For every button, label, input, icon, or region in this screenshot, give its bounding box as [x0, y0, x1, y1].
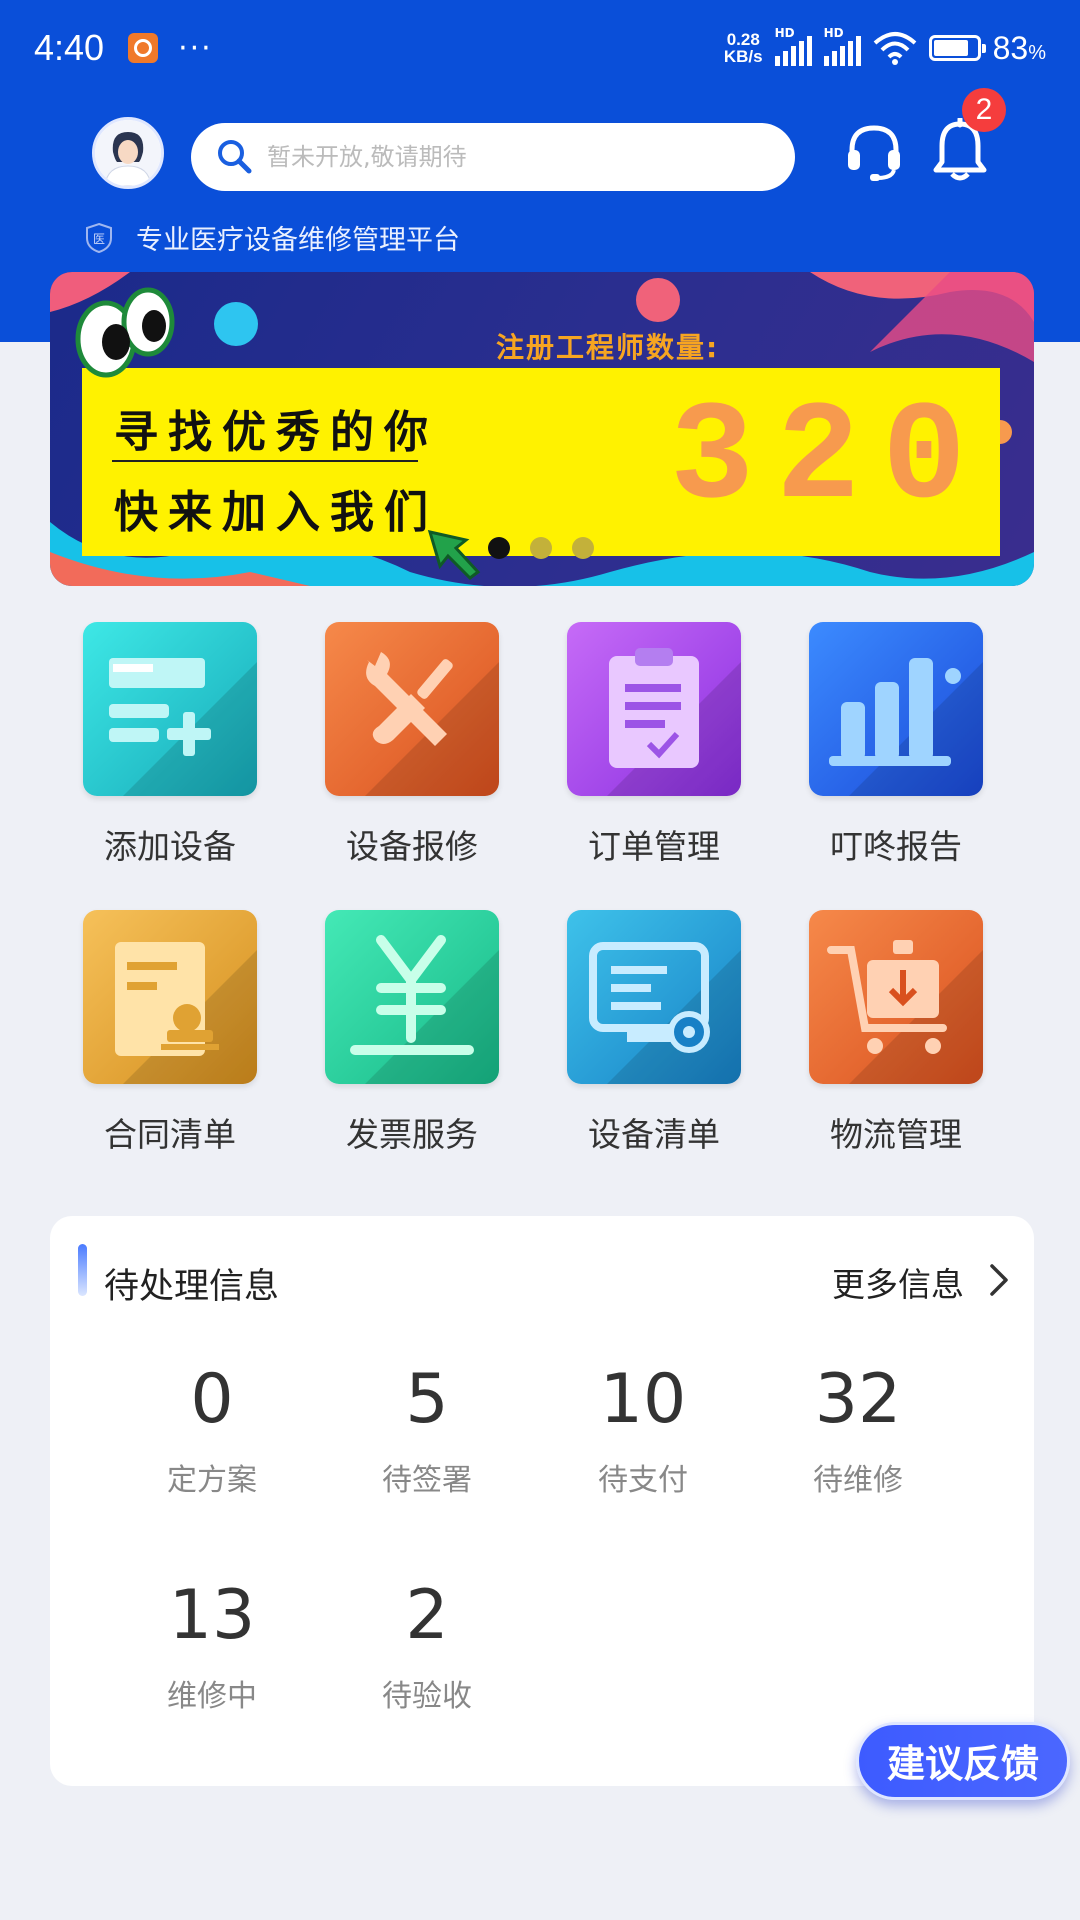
feature-label: 发票服务: [346, 1115, 478, 1154]
pending-stat-count: 13: [168, 1576, 256, 1655]
wifi-icon: [873, 32, 916, 65]
cart-icon[interactable]: [809, 910, 983, 1084]
repair-tools-icon[interactable]: [325, 622, 499, 796]
status-more-icon: ···: [178, 30, 213, 66]
pending-stat[interactable]: 32 待维修: [758, 1360, 958, 1499]
signal-icon-2: HD: [823, 26, 861, 66]
slogan-row: 医 专业医疗设备维修管理平台: [84, 218, 460, 257]
banner-headline-2: 快来加入我们: [114, 487, 438, 538]
pending-stat-label: 待验收: [382, 1679, 472, 1714]
network-speed-unit: KB/s: [723, 47, 763, 66]
feature-item-5[interactable]: 合同清单: [60, 910, 280, 1156]
pagination-dot[interactable]: [572, 537, 594, 559]
search-input[interactable]: [265, 142, 729, 172]
pending-stat-count: 0: [190, 1360, 234, 1439]
pending-info-title: 待处理信息: [104, 1267, 280, 1307]
feature-item-4[interactable]: 叮咚报告: [786, 622, 1006, 868]
pending-stat[interactable]: 2 待验收: [327, 1576, 527, 1715]
pagination-dot[interactable]: [488, 537, 510, 559]
feature-label: 叮咚报告: [830, 827, 962, 866]
feature-item-3[interactable]: 订单管理: [544, 622, 764, 868]
user-avatar[interactable]: [92, 117, 164, 189]
pending-info-card: 待处理信息 更多信息 0 定方案 5 待签署 10 待支付 32 待维修 13 维修中 2 待验收: [50, 1216, 1034, 1786]
feature-item-8[interactable]: 物流管理: [786, 910, 1006, 1156]
device-list-icon[interactable]: [567, 910, 741, 1084]
notification-badge: 2: [962, 88, 1006, 132]
chevron-right-icon[interactable]: [984, 1260, 1014, 1300]
pending-stat-count: 10: [599, 1360, 687, 1439]
bar-chart-icon[interactable]: [809, 622, 983, 796]
pending-stat-label: 待签署: [382, 1463, 472, 1498]
add-device-icon[interactable]: [83, 622, 257, 796]
banner-headline-1: 寻找优秀的你: [114, 407, 438, 458]
search-bar[interactable]: [191, 123, 795, 191]
search-icon: [218, 140, 252, 174]
clipboard-check-icon[interactable]: [567, 622, 741, 796]
status-time: 4:40: [34, 27, 105, 68]
medical-shield-icon: 医: [86, 222, 112, 253]
feature-label: 物流管理: [830, 1115, 962, 1154]
network-speed-value: 0.28: [726, 30, 760, 49]
platform-slogan: 专业医疗设备维修管理平台: [136, 225, 460, 256]
pending-stat-count: 5: [405, 1360, 449, 1439]
pending-stat-label: 待维修: [813, 1463, 903, 1498]
battery-percent: 83%: [992, 29, 1046, 66]
notification-app-icon: [128, 33, 159, 63]
pending-stat-label: 定方案: [167, 1463, 257, 1498]
signal-icon: HD: [774, 26, 812, 66]
pending-stat[interactable]: 5 待签署: [327, 1360, 527, 1499]
pending-stat[interactable]: 13 维修中: [112, 1576, 312, 1715]
feature-label: 设备报修: [346, 827, 478, 866]
battery-icon: [928, 35, 986, 61]
customer-service-icon[interactable]: [842, 120, 906, 184]
green-arrow-icon: [427, 529, 481, 580]
feature-label: 设备清单: [588, 1115, 720, 1154]
pending-stat[interactable]: 0 定方案: [112, 1360, 312, 1499]
feature-item-6[interactable]: 发票服务: [302, 910, 522, 1156]
pending-stat-label: 待支付: [598, 1463, 688, 1498]
feature-label: 合同清单: [104, 1115, 236, 1154]
feature-label: 订单管理: [588, 827, 720, 866]
more-info-link[interactable]: 更多信息: [832, 1258, 964, 1306]
banner-divider: [112, 460, 418, 462]
hd-label-2: HD: [823, 26, 844, 40]
pending-stat-count: 32: [814, 1360, 902, 1439]
shield-badge-text: 医: [93, 232, 105, 246]
hd-label: HD: [774, 26, 795, 40]
banner-pagination: [488, 537, 594, 559]
cartoon-eyes-icon: [75, 287, 175, 378]
pending-stat-count: 2: [405, 1576, 449, 1655]
network-speed: 0.28 KB/s: [724, 31, 763, 65]
feature-item-7[interactable]: 设备清单: [544, 910, 764, 1156]
feature-item-2[interactable]: 设备报修: [302, 622, 522, 868]
pagination-dot[interactable]: [530, 537, 552, 559]
pending-stat-label: 维修中: [167, 1679, 257, 1714]
feature-item-1[interactable]: 添加设备: [60, 622, 280, 868]
engineer-count: 320: [670, 380, 989, 539]
card-accent-bar: [78, 1244, 87, 1296]
feedback-button[interactable]: 建议反馈: [856, 1722, 1070, 1800]
status-bar: 4:40 ··· 0.28 KB/s HD HD 83%: [0, 0, 1080, 96]
feature-label: 添加设备: [104, 827, 236, 866]
yen-invoice-icon[interactable]: [325, 910, 499, 1084]
pending-stat[interactable]: 10 待支付: [543, 1360, 743, 1499]
engineer-count-label: 注册工程师数量:: [496, 331, 720, 364]
contract-stamp-icon[interactable]: [83, 910, 257, 1084]
